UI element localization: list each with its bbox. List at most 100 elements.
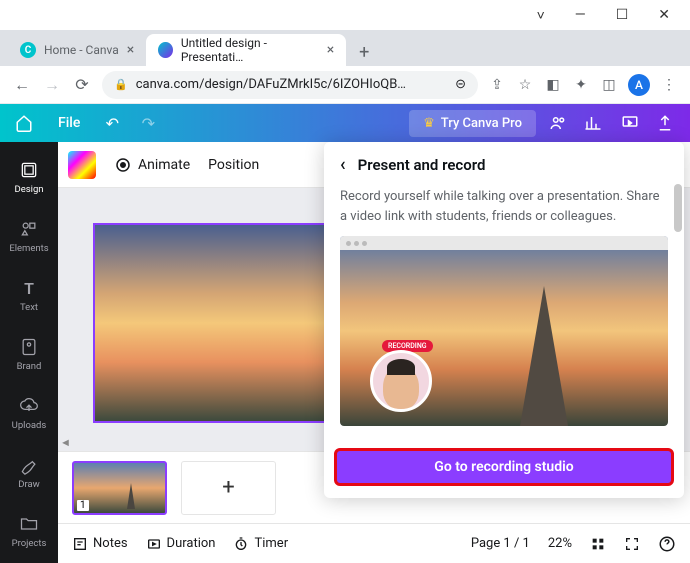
browser-tab-bar: C Home - Canva × Untitled design - Prese… — [0, 30, 690, 66]
animate-button[interactable]: Animate — [114, 156, 190, 174]
grid-view-icon[interactable] — [590, 536, 606, 552]
profile-avatar[interactable]: A — [628, 74, 650, 96]
zoom-level[interactable]: 22% — [548, 536, 572, 551]
sidepanel-icon[interactable]: ◫ — [600, 76, 618, 94]
tab-title: Untitled design - Presentati… — [181, 36, 319, 64]
timer-label: Timer — [254, 536, 288, 551]
animate-icon — [114, 156, 132, 174]
help-icon[interactable] — [658, 535, 676, 553]
back-icon[interactable]: ‹ — [340, 154, 346, 175]
timer-icon — [233, 536, 249, 552]
panel-title: Present and record — [358, 156, 486, 174]
sidebar-item-design[interactable]: Design — [0, 152, 58, 203]
sidebar-item-label: Elements — [9, 243, 48, 254]
share-icon[interactable]: ⇪ — [488, 76, 506, 94]
eiffel-mini-icon — [127, 483, 135, 509]
close-icon[interactable]: × — [127, 42, 134, 58]
share-icon[interactable] — [656, 114, 680, 132]
presenter-avatar — [370, 350, 432, 412]
preview-browser-chrome — [340, 236, 668, 250]
position-label: Position — [208, 157, 259, 173]
timer-button[interactable]: Timer — [233, 536, 288, 552]
sidebar-item-label: Draw — [18, 479, 40, 490]
draw-icon — [19, 455, 39, 475]
sidebar-item-text[interactable]: T Text — [0, 270, 58, 321]
sidebar-item-elements[interactable]: Elements — [0, 211, 58, 262]
menu-icon[interactable]: ⋮ — [660, 76, 678, 94]
slide-thumbnail-1[interactable]: 1 — [72, 461, 167, 515]
tab-untitled-design[interactable]: Untitled design - Presentati… × — [146, 34, 346, 66]
page-indicator[interactable]: Page 1 / 1 — [471, 536, 530, 551]
notes-icon — [72, 536, 88, 552]
go-to-recording-studio-button[interactable]: Go to recording studio — [334, 448, 674, 486]
sidebar-item-label: Uploads — [12, 420, 47, 431]
window-dropdown-icon[interactable]: ˅ — [537, 7, 545, 24]
redo-icon[interactable]: ↷ — [136, 114, 160, 133]
close-icon[interactable]: × — [327, 42, 334, 58]
position-button[interactable]: Position — [208, 157, 259, 173]
elements-icon — [19, 219, 39, 239]
home-icon[interactable] — [10, 109, 38, 137]
eiffel-tower-icon — [520, 286, 568, 426]
lock-icon: 🔒 — [114, 78, 128, 91]
window-controls: ˅ — ☐ ✕ — [0, 0, 690, 30]
panel-description: Record yourself while talking over a pre… — [340, 187, 668, 226]
design-icon — [19, 160, 39, 180]
puzzle-icon[interactable]: ✦ — [572, 76, 590, 94]
analytics-icon[interactable] — [584, 114, 608, 132]
add-slide-button[interactable]: + — [181, 461, 276, 515]
panel-scrollbar[interactable] — [674, 184, 682, 232]
reload-button[interactable]: ⟳ — [72, 75, 92, 94]
tab-title: Home - Canva — [44, 43, 119, 57]
sidebar-item-label: Brand — [17, 361, 42, 372]
file-menu[interactable]: File — [50, 115, 88, 131]
undo-icon[interactable]: ↶ — [100, 114, 124, 133]
sidebar-item-label: Text — [20, 302, 38, 313]
sidebar-item-brand[interactable]: Brand — [0, 329, 58, 380]
color-picker-button[interactable] — [68, 151, 96, 179]
scroll-left-icon[interactable]: ◄ — [60, 436, 71, 449]
recording-preview: RECORDING — [340, 236, 668, 426]
left-sidebar: Design Elements T Text Brand Uploads Dra… — [0, 142, 58, 563]
notes-button[interactable]: Notes — [72, 536, 128, 552]
zoom-icon[interactable]: ⊝ — [455, 77, 466, 92]
extension-icon[interactable]: ◧ — [544, 76, 562, 94]
uploads-icon — [19, 396, 39, 416]
new-tab-button[interactable]: + — [350, 38, 378, 66]
collaborators-icon[interactable] — [548, 114, 572, 132]
animate-label: Animate — [138, 157, 190, 173]
duration-icon — [146, 536, 162, 552]
projects-icon — [19, 514, 39, 534]
sidebar-item-label: Projects — [12, 538, 47, 549]
try-canva-pro-button[interactable]: ♛ Try Canva Pro — [409, 110, 536, 137]
window-minimize-icon[interactable]: — — [575, 7, 586, 23]
sidebar-item-label: Design — [14, 184, 43, 195]
duration-button[interactable]: Duration — [146, 536, 216, 552]
duration-label: Duration — [167, 536, 216, 551]
back-button[interactable]: ← — [12, 75, 32, 95]
present-icon[interactable] — [620, 114, 644, 132]
slide-canvas[interactable] — [93, 223, 343, 423]
tab-home-canva[interactable]: C Home - Canva × — [8, 34, 146, 66]
window-close-icon[interactable]: ✕ — [658, 7, 670, 23]
panel-header: ‹ Present and record — [324, 142, 684, 187]
sidebar-item-projects[interactable]: Projects — [0, 506, 58, 557]
slide-number: 1 — [77, 500, 89, 511]
browser-toolbar: ← → ⟳ 🔒 canva.com/design/DAFuZMrkI5c/6IZ… — [0, 66, 690, 104]
url-text: canva.com/design/DAFuZMrkI5c/6IZOHIoQB… — [136, 77, 447, 92]
bottom-bar: Notes Duration Timer Page 1 / 1 22% — [58, 523, 690, 563]
canva-header: File ↶ ↷ ♛ Try Canva Pro — [0, 104, 690, 142]
cta-label: Go to recording studio — [434, 459, 573, 475]
star-icon[interactable]: ☆ — [516, 76, 534, 94]
forward-button[interactable]: → — [42, 75, 62, 95]
sidebar-item-uploads[interactable]: Uploads — [0, 388, 58, 439]
brand-icon — [19, 337, 39, 357]
sidebar-item-draw[interactable]: Draw — [0, 447, 58, 498]
notes-label: Notes — [93, 536, 128, 551]
address-bar[interactable]: 🔒 canva.com/design/DAFuZMrkI5c/6IZOHIoQB… — [102, 71, 478, 99]
canva-favicon-icon: C — [20, 42, 36, 58]
canva-favicon-icon — [158, 42, 173, 58]
present-record-panel: ‹ Present and record Record yourself whi… — [324, 142, 684, 498]
window-maximize-icon[interactable]: ☐ — [616, 7, 629, 23]
fullscreen-icon[interactable] — [624, 536, 640, 552]
